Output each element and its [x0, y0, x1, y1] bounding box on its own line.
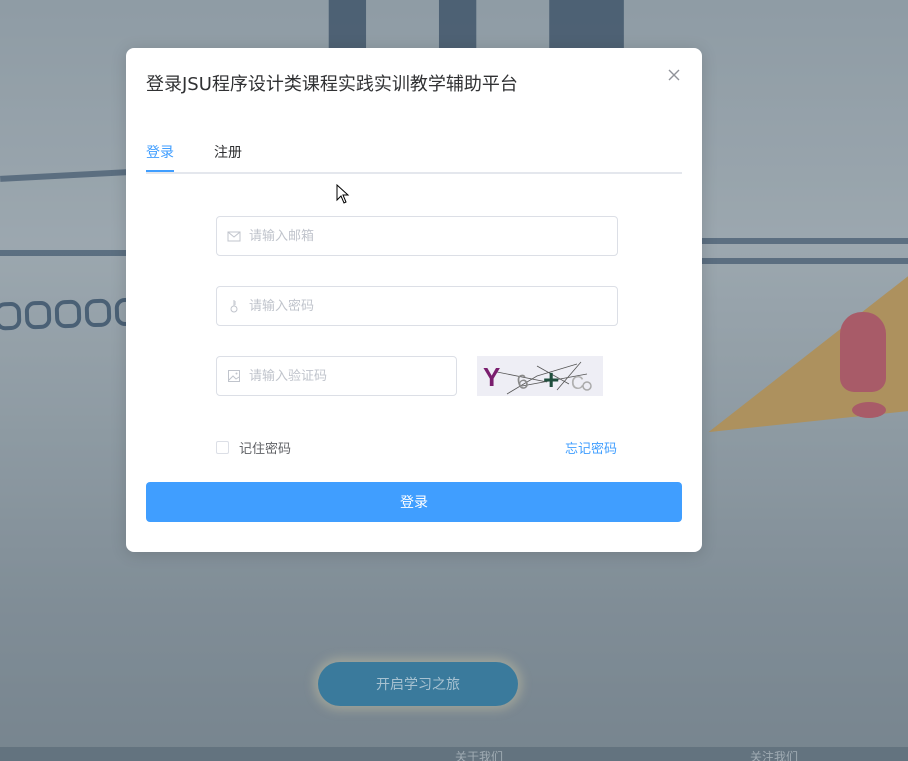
image-icon	[227, 369, 241, 383]
remember-checkbox[interactable]	[216, 441, 229, 454]
tab-register[interactable]: 注册	[214, 142, 242, 172]
start-learning-button[interactable]: 开启学习之旅	[318, 662, 518, 706]
password-field[interactable]	[216, 286, 618, 326]
email-field[interactable]	[216, 216, 618, 256]
captcha-field[interactable]	[216, 356, 457, 396]
remember-password[interactable]: 记住密码	[216, 438, 291, 457]
active-tab-indicator	[146, 170, 174, 172]
login-button[interactable]: 登录	[146, 482, 682, 522]
captcha-image[interactable]: Y 6 + C	[477, 356, 603, 396]
close-icon[interactable]	[666, 67, 682, 83]
key-icon	[227, 299, 241, 313]
remember-label: 记住密码	[239, 442, 292, 457]
email-input[interactable]	[247, 227, 617, 245]
captcha-input[interactable]	[247, 367, 456, 385]
login-tabs: 登录 注册	[146, 142, 682, 174]
mouse-cursor-icon	[336, 183, 350, 206]
password-input[interactable]	[247, 297, 617, 315]
forgot-password-link[interactable]: 忘记密码	[565, 438, 617, 457]
mail-icon	[227, 229, 241, 243]
tab-login[interactable]: 登录	[146, 142, 174, 172]
svg-text:Y: Y	[483, 362, 500, 392]
dialog-title: 登录JSU程序设计类课程实践实训教学辅助平台	[146, 74, 518, 95]
login-dialog: 登录JSU程序设计类课程实践实训教学辅助平台 登录 注册 请输入邮箱 请输入验证…	[126, 48, 702, 552]
svg-text:+: +	[543, 364, 559, 395]
svg-text:C: C	[571, 373, 584, 393]
